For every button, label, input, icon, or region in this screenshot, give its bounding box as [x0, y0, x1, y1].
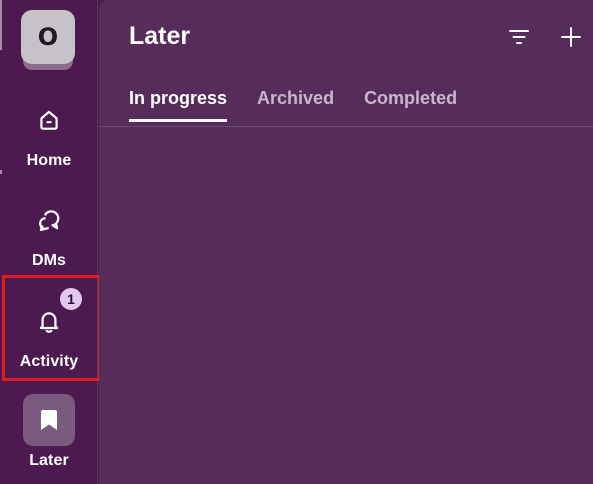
later-panel: Later In progress Archived Completed [99, 0, 593, 484]
sidebar-edge-marker [0, 0, 2, 50]
sidebar-item-dms[interactable]: DMs [0, 194, 98, 270]
home-icon [23, 94, 75, 146]
page-title: Later [129, 22, 191, 50]
workspace-initial: O [37, 23, 59, 51]
sidebar-item-label: Later [29, 452, 69, 469]
sidebar-edge-marker [0, 170, 2, 174]
tab-completed[interactable]: Completed [364, 88, 457, 122]
filter-icon [509, 30, 529, 44]
sidebar: O Home DMs Activity 1 Later [0, 0, 101, 484]
filter-button[interactable] [504, 22, 534, 52]
add-button[interactable] [556, 22, 586, 52]
tab-bar: In progress Archived Completed [129, 88, 487, 122]
sidebar-item-label: DMs [31, 252, 67, 269]
sidebar-item-later[interactable]: Later [0, 394, 98, 470]
sidebar-item-home[interactable]: Home [0, 94, 98, 170]
workspace-switcher[interactable]: O [21, 10, 75, 64]
sidebar-item-activity[interactable]: Activity [0, 295, 98, 371]
bookmark-icon [23, 394, 75, 446]
tabs-divider [99, 126, 593, 127]
sidebar-item-label: Activity [19, 353, 79, 370]
chat-bubbles-icon [23, 194, 75, 246]
plus-icon [561, 27, 581, 47]
notification-count-badge: 1 [59, 287, 83, 311]
sidebar-item-label: Home [26, 152, 72, 169]
tab-in-progress[interactable]: In progress [129, 88, 228, 122]
tab-archived[interactable]: Archived [257, 88, 334, 122]
